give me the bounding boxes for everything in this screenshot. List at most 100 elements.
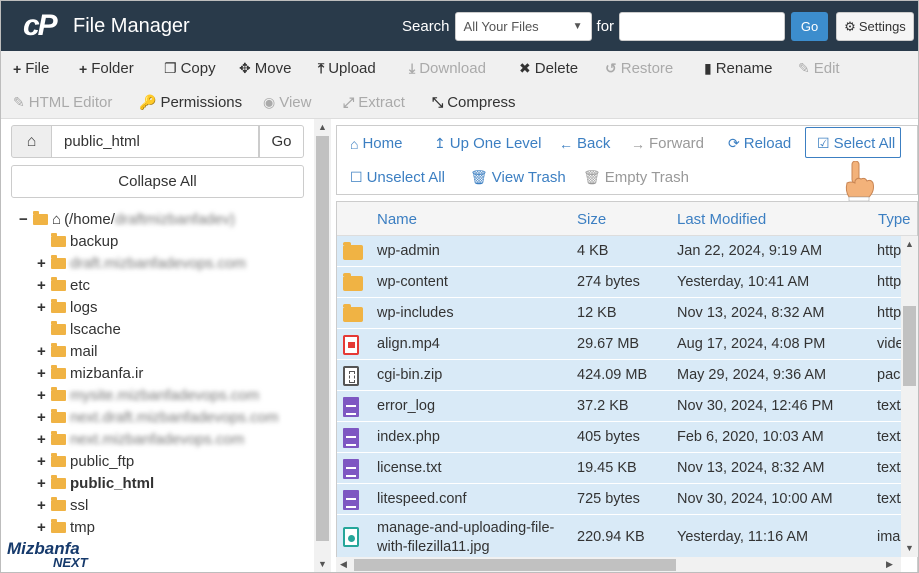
tree-item-label: logs <box>70 298 98 316</box>
tree-item-lscache[interactable]: lscache <box>51 318 121 340</box>
compress-button[interactable]: ⤡ Compress <box>432 94 516 111</box>
delete-button[interactable]: ✖ Delete <box>519 60 578 77</box>
search-input[interactable] <box>619 12 786 41</box>
table-vertical-scrollbar[interactable]: ▲ ▼ <box>901 236 918 557</box>
table-row[interactable]: error_log 37.2 KB Nov 30, 2024, 12:46 PM… <box>337 391 901 422</box>
table-row[interactable]: license.txt 19.45 KB Nov 13, 2024, 8:32 … <box>337 453 901 484</box>
nav-home-button[interactable]: ⌂ Home <box>350 135 402 152</box>
upload-button[interactable]: ⤒ Upload <box>318 60 376 77</box>
table-row[interactable]: cgi-bin.zip 424.09 MB May 29, 2024, 9:36… <box>337 360 901 391</box>
tree-item-mail[interactable]: + mail <box>37 340 98 362</box>
expand-toggle-icon[interactable]: + <box>37 299 47 316</box>
tree-item-public-ftp[interactable]: + public_ftp <box>37 450 134 472</box>
rename-button[interactable]: ▮ Rename <box>704 60 772 77</box>
expand-toggle-icon[interactable]: + <box>37 255 47 272</box>
copy-button[interactable]: ❐ Copy <box>164 60 216 77</box>
html-editor-button[interactable]: ✎ HTML Editor <box>13 94 112 111</box>
gear-icon: ⚙ <box>844 18 856 34</box>
tree-item-logs[interactable]: + logs <box>37 296 98 318</box>
cpanel-logo[interactable]: cP File Manager <box>23 9 190 43</box>
tree-item-mysite[interactable]: + mysite.mizbanfadevops.com <box>37 384 259 406</box>
expand-toggle-icon[interactable]: + <box>37 277 47 294</box>
unselect-all-button[interactable]: ☐ Unselect All <box>350 169 445 186</box>
collapse-all-button[interactable]: Collapse All <box>11 165 304 198</box>
column-header-type[interactable]: Type <box>878 211 911 228</box>
path-input[interactable]: public_html <box>51 125 259 158</box>
scroll-left-icon[interactable]: ◀ <box>340 559 347 570</box>
table-row[interactable]: wp-admin 4 KB Jan 22, 2024, 9:19 AM http… <box>337 236 901 267</box>
new-file-button[interactable]: + File <box>13 60 49 77</box>
chevron-down-icon: ▼ <box>572 21 583 32</box>
plus-icon: + <box>13 60 22 77</box>
permissions-button[interactable]: 🔑 Permissions <box>139 94 242 111</box>
collapse-toggle-icon[interactable]: − <box>19 211 29 228</box>
table-row[interactable]: index.php 405 bytes Feb 6, 2020, 10:03 A… <box>337 422 901 453</box>
tree-item-etc[interactable]: + etc <box>37 274 90 296</box>
tree-item-backup[interactable]: backup <box>51 230 118 252</box>
cpanel-logo-mark: cP <box>23 9 58 42</box>
tree-item-ssl[interactable]: + ssl <box>37 494 88 516</box>
edit-button[interactable]: ✎ Edit <box>798 60 840 77</box>
tree-scrollbar[interactable]: ▲ ▼ <box>314 119 331 572</box>
tree-item-next[interactable]: + next.mizbanfadevops.com <box>37 428 244 450</box>
tree-item-draft[interactable]: + draft.mizbanfadevops.com <box>37 252 246 274</box>
row-size: 405 bytes <box>577 429 640 445</box>
scroll-up-icon[interactable]: ▲ <box>905 239 914 249</box>
search-go-button[interactable]: Go <box>791 12 829 41</box>
scroll-right-icon[interactable]: ▶ <box>886 559 893 570</box>
expand-toggle-icon[interactable]: + <box>37 475 47 492</box>
tree-item-tmp[interactable]: + tmp <box>37 516 95 538</box>
restore-button[interactable]: ↺ Restore <box>605 60 673 77</box>
table-horizontal-scrollbar[interactable]: ◀ ▶ <box>336 557 901 572</box>
extract-button[interactable]: ⤢ Extract <box>343 94 405 111</box>
tree-item-next-draft[interactable]: + next.draft.mizbanfadevops.com <box>37 406 278 428</box>
column-header-size[interactable]: Size <box>577 211 606 228</box>
expand-toggle-icon[interactable]: + <box>37 519 47 536</box>
row-name: cgi-bin.zip <box>377 367 443 383</box>
table-hscrollbar-thumb[interactable] <box>354 559 676 571</box>
move-button[interactable]: ✥ Move <box>239 60 291 77</box>
expand-toggle-icon[interactable]: + <box>37 365 47 382</box>
table-row[interactable]: litespeed.conf 725 bytes Nov 30, 2024, 1… <box>337 484 901 515</box>
expand-toggle-icon[interactable]: + <box>37 409 47 426</box>
settings-button[interactable]: ⚙ Settings <box>836 12 914 41</box>
table-row[interactable]: wp-content 274 bytes Yesterday, 10:41 AM… <box>337 267 901 298</box>
tree-scrollbar-thumb[interactable] <box>316 136 329 541</box>
tree-root-user: draftmizbanfadev) <box>114 210 235 228</box>
pencil-icon: ✎ <box>798 60 810 76</box>
scroll-down-icon[interactable]: ▼ <box>905 543 914 553</box>
nav-back-button[interactable]: ← Back <box>559 135 610 152</box>
column-header-modified[interactable]: Last Modified <box>677 211 766 228</box>
download-button[interactable]: ⤓ Download <box>409 60 486 77</box>
expand-toggle-icon[interactable]: + <box>37 497 47 514</box>
expand-toggle-icon[interactable]: + <box>37 453 47 470</box>
expand-toggle-icon[interactable]: + <box>37 343 47 360</box>
file-manager-window: cP File Manager Search All Your Files ▼ … <box>0 0 919 573</box>
folder-icon <box>51 276 66 291</box>
table-row[interactable]: manage-and-uploading-file- with-filezill… <box>337 515 901 559</box>
scroll-down-icon[interactable]: ▼ <box>318 559 327 569</box>
tree-item-public-html[interactable]: + public_html <box>37 472 154 494</box>
view-button[interactable]: ◉ View <box>263 94 311 111</box>
nav-reload-button[interactable]: ⟳ Reload <box>728 135 791 152</box>
column-header-name[interactable]: Name <box>377 211 417 228</box>
expand-toggle-icon[interactable]: + <box>37 431 47 448</box>
home-directory-button[interactable]: ⌂ <box>11 125 52 158</box>
empty-trash-button[interactable]: 🗑 Empty Trash <box>583 169 689 186</box>
tree-root[interactable]: − ⌂ (/home/ draftmizbanfadev) <box>19 208 235 230</box>
nav-forward-button[interactable]: → Forward <box>631 135 704 152</box>
view-trash-button[interactable]: 🗑 View Trash <box>470 169 566 186</box>
select-all-button[interactable]: ☑ Select All <box>817 135 895 152</box>
expand-toggle-icon[interactable]: + <box>37 387 47 404</box>
nav-up-button[interactable]: ↥ Up One Level <box>434 135 541 152</box>
table-row[interactable]: wp-includes 12 KB Nov 13, 2024, 8:32 AM … <box>337 298 901 329</box>
tree-item-label: mysite.mizbanfadevops.com <box>70 386 260 404</box>
table-scrollbar-thumb[interactable] <box>903 306 916 386</box>
search-scope-select[interactable]: All Your Files ▼ <box>454 12 592 41</box>
upload-icon: ⤒ <box>318 60 325 76</box>
table-row[interactable]: align.mp4 29.67 MB Aug 17, 2024, 4:08 PM… <box>337 329 901 360</box>
scroll-up-icon[interactable]: ▲ <box>318 122 327 132</box>
path-go-button[interactable]: Go <box>259 125 304 158</box>
new-folder-button[interactable]: + Folder <box>79 60 134 77</box>
tree-item-mizbanfa[interactable]: + mizbanfa.ir <box>37 362 143 384</box>
